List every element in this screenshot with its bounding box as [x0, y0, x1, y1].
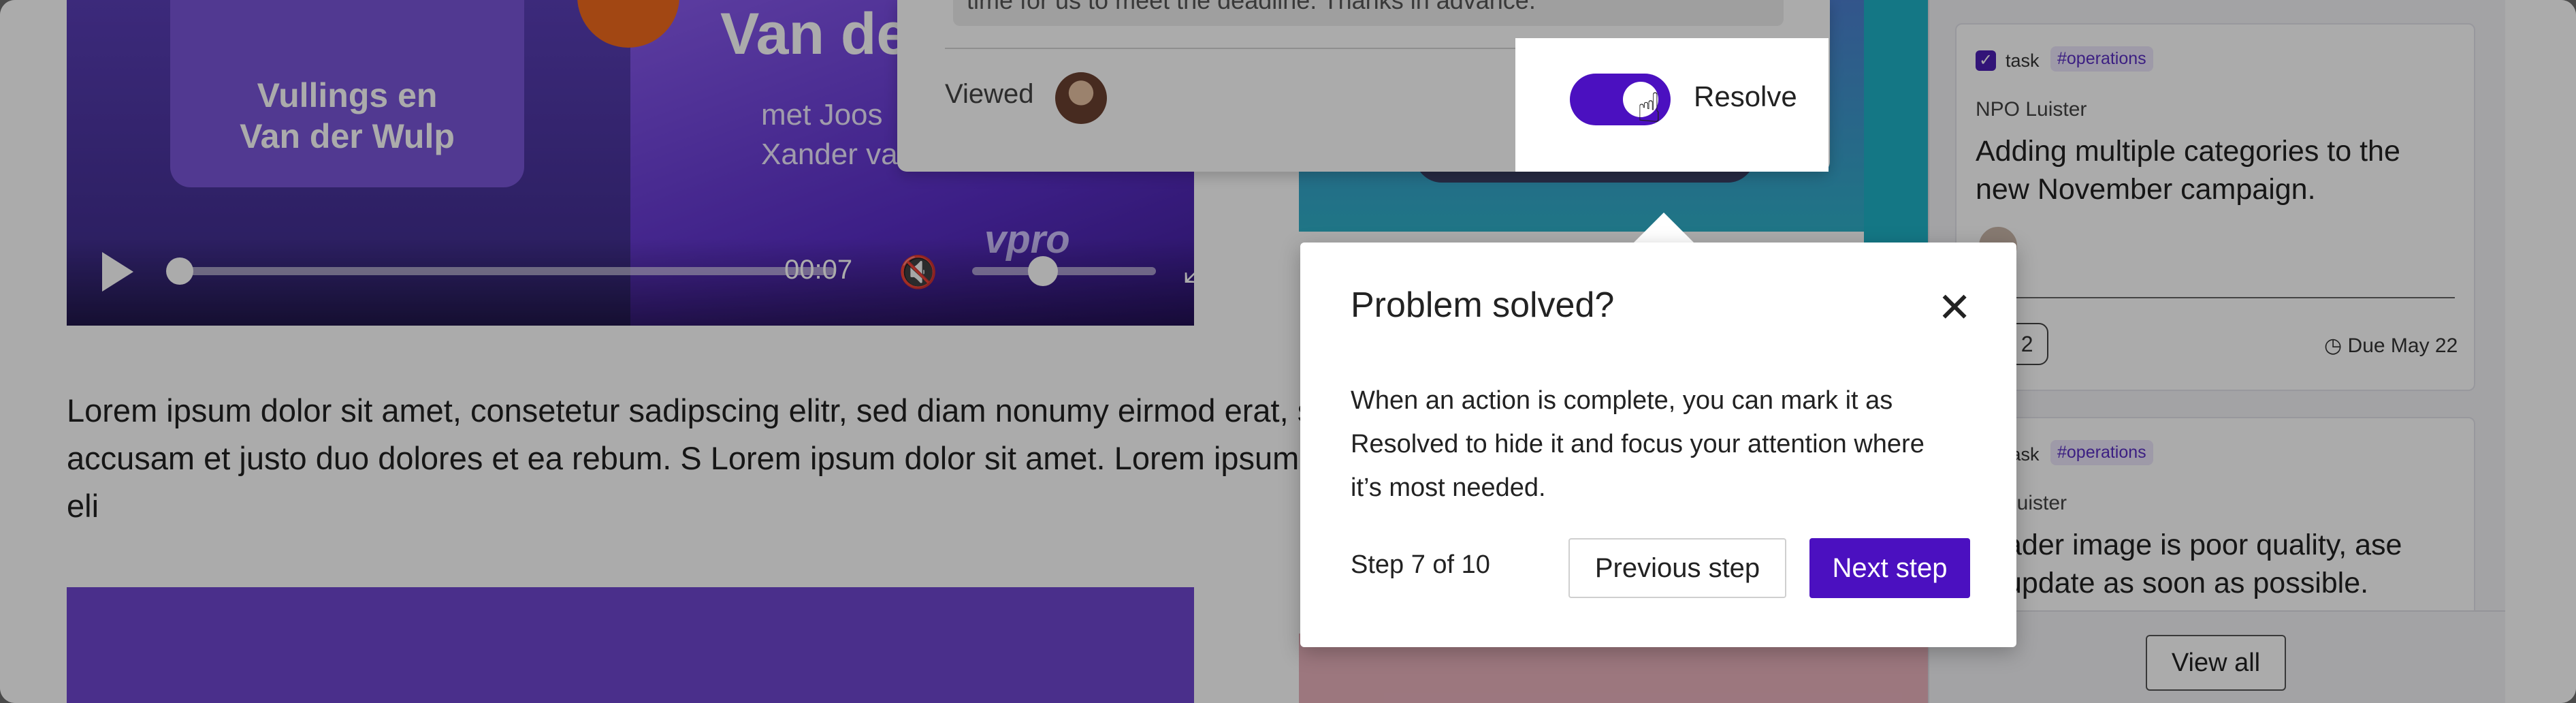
tooltip-arrow — [1632, 213, 1695, 244]
resolve-label: Resolve — [1694, 80, 1797, 112]
tooltip-body: When an action is complete, you can mark… — [1351, 386, 1925, 502]
step-counter: Step 7 of 10 — [1351, 550, 1490, 579]
tooltip-title: Problem solved? — [1351, 285, 1615, 325]
close-icon[interactable]: ✕ — [1937, 287, 1971, 328]
pointer-cursor-icon: ☝ — [1637, 85, 1662, 131]
tour-overlay — [0, 0, 2576, 703]
page: Vullings en Van der Wulp Van de met Joos… — [0, 0, 2576, 703]
next-step-button[interactable]: Next step — [1809, 538, 1970, 598]
previous-step-button[interactable]: Previous step — [1568, 538, 1786, 598]
